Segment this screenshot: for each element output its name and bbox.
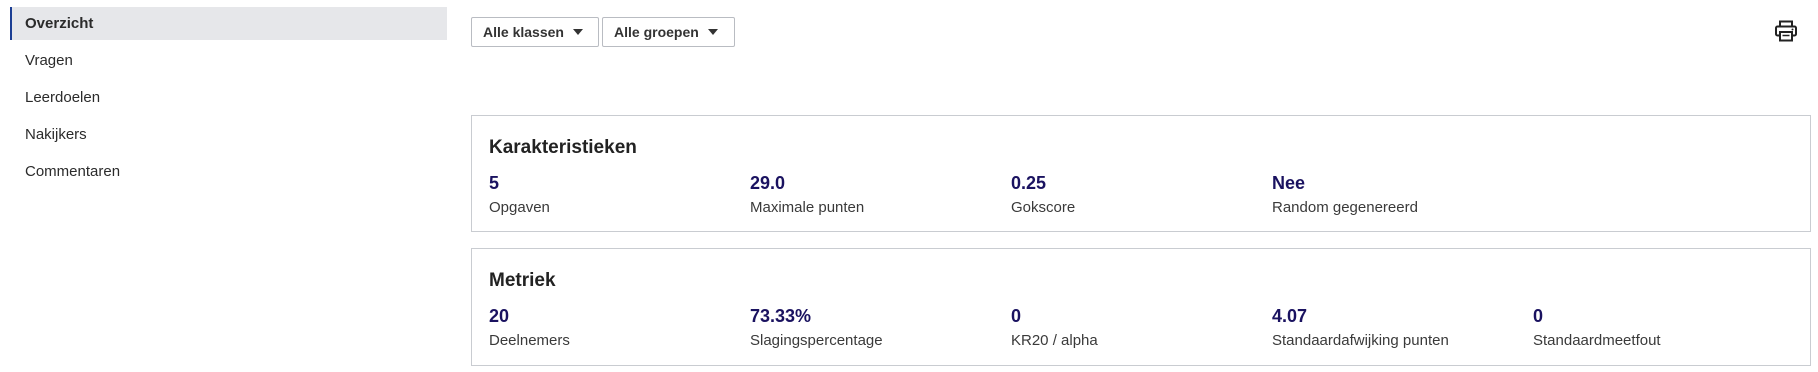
stat-kr20-alpha: 0 KR20 / alpha — [1011, 306, 1272, 349]
stat-standaardmeetfout: 0 Standaardmeetfout — [1533, 306, 1794, 349]
class-filter-label: Alle klassen — [483, 24, 564, 40]
stat-value: 0 — [1533, 306, 1544, 326]
stat-value: 4.07 — [1272, 306, 1308, 326]
stat-value: Nee — [1272, 173, 1306, 193]
sidebar-item-nakijkers[interactable]: Nakijkers — [10, 118, 447, 151]
stat-label: Deelnemers — [489, 332, 570, 349]
stat-random-gegenereerd: Nee Random gegenereerd — [1272, 173, 1533, 216]
sidebar-item-overzicht[interactable]: Overzicht — [10, 7, 447, 40]
stat-label: Standaardmeetfout — [1533, 332, 1661, 349]
stat-value: 0 — [1011, 306, 1022, 326]
caret-down-icon — [707, 29, 718, 35]
stat-label: Random gegenereerd — [1272, 199, 1418, 216]
filter-bar: Alle klassen Alle groepen — [471, 17, 735, 47]
stat-standaardafwijking: 4.07 Standaardafwijking punten — [1272, 306, 1533, 349]
stat-label: Standaardafwijking punten — [1272, 332, 1449, 349]
stat-label: Slagingspercentage — [750, 332, 883, 349]
stat-deelnemers: 20 Deelnemers — [489, 306, 750, 349]
sidebar: Overzicht Vragen Leerdoelen Nakijkers Co… — [10, 7, 447, 192]
metrics-card: Metriek 20 Deelnemers 73.33% Slagingsper… — [471, 248, 1811, 366]
sidebar-item-leerdoelen[interactable]: Leerdoelen — [10, 81, 447, 114]
stat-slagingspercentage: 73.33% Slagingspercentage — [750, 306, 1011, 349]
print-button[interactable] — [1774, 20, 1798, 42]
stat-label: Gokscore — [1011, 199, 1076, 216]
printer-icon — [1775, 20, 1797, 42]
caret-down-icon — [572, 29, 583, 35]
stat-label: Maximale punten — [750, 199, 865, 216]
stat-value: 73.33% — [750, 306, 812, 326]
stat-label: Opgaven — [489, 199, 550, 216]
stat-value: 20 — [489, 306, 510, 326]
stat-opgaven: 5 Opgaven — [489, 173, 750, 216]
group-filter-dropdown[interactable]: Alle groepen — [602, 17, 735, 47]
characteristics-stats: 5 Opgaven 29.0 Maximale punten 0.25 Goks… — [489, 173, 1533, 216]
class-filter-dropdown[interactable]: Alle klassen — [471, 17, 599, 47]
metrics-stats: 20 Deelnemers 73.33% Slagingspercentage … — [489, 306, 1794, 349]
group-filter-label: Alle groepen — [614, 24, 699, 40]
stat-value: 5 — [489, 173, 500, 193]
stat-gokscore: 0.25 Gokscore — [1011, 173, 1272, 216]
stat-label: KR20 / alpha — [1011, 332, 1098, 349]
stat-maximale-punten: 29.0 Maximale punten — [750, 173, 1011, 216]
metrics-title: Metriek — [489, 270, 556, 291]
sidebar-item-vragen[interactable]: Vragen — [10, 44, 447, 77]
characteristics-card: Karakteristieken 5 Opgaven 29.0 Maximale… — [471, 115, 1811, 232]
stat-value: 0.25 — [1011, 173, 1047, 193]
sidebar-item-commentaren[interactable]: Commentaren — [10, 155, 447, 188]
characteristics-title: Karakteristieken — [489, 137, 637, 158]
stat-value: 29.0 — [750, 173, 786, 193]
